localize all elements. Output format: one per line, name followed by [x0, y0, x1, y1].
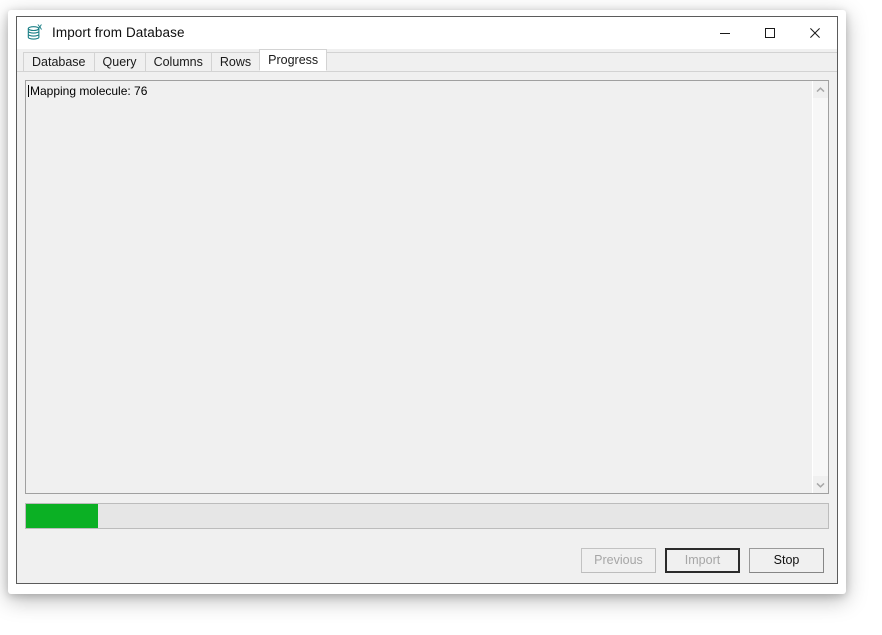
tab-rows[interactable]: Rows: [210, 52, 261, 71]
progress-bar: [25, 503, 829, 529]
log-vertical-scrollbar[interactable]: [812, 81, 828, 493]
tab-progress[interactable]: Progress: [259, 49, 328, 71]
desktop-background: X Import from Database Database Query Co…: [0, 0, 882, 635]
tab-query[interactable]: Query: [93, 52, 146, 71]
log-panel: Mapping molecule: 76: [25, 80, 829, 494]
tab-strip-filler: [325, 52, 837, 71]
stop-button[interactable]: Stop: [749, 547, 824, 573]
maximize-button[interactable]: [747, 17, 792, 49]
previous-button[interactable]: Previous: [581, 547, 656, 573]
scroll-down-button[interactable]: [813, 476, 829, 493]
chevron-down-icon: [816, 482, 825, 488]
progress-row: [25, 494, 829, 537]
import-button[interactable]: Import: [665, 547, 740, 573]
log-message: Mapping molecule: 76: [30, 84, 148, 98]
tab-database[interactable]: Database: [23, 52, 95, 71]
log-text-area[interactable]: Mapping molecule: 76: [26, 81, 812, 493]
import-from-database-window: X Import from Database Database Query Co…: [16, 16, 838, 584]
close-button[interactable]: [792, 17, 837, 49]
tab-strip: Database Query Columns Rows Progress: [17, 49, 837, 71]
svg-text:X: X: [37, 24, 42, 31]
chevron-up-icon: [816, 86, 825, 92]
text-caret: [28, 85, 29, 97]
window-title: Import from Database: [52, 25, 185, 41]
scroll-track[interactable]: [812, 98, 828, 476]
title-bar[interactable]: X Import from Database: [17, 17, 837, 49]
tab-columns[interactable]: Columns: [144, 52, 212, 71]
scroll-up-button[interactable]: [813, 81, 829, 98]
minimize-button[interactable]: [702, 17, 747, 49]
maximize-icon: [764, 28, 775, 38]
progress-tab-panel: Mapping molecule: 76: [17, 71, 837, 537]
dialog-button-bar: Previous Import Stop: [17, 537, 837, 583]
progress-bar-fill: [26, 504, 99, 528]
minimize-icon: [719, 33, 730, 34]
window-controls: [702, 17, 837, 49]
database-import-icon: X: [26, 22, 44, 42]
close-icon: [809, 28, 820, 38]
